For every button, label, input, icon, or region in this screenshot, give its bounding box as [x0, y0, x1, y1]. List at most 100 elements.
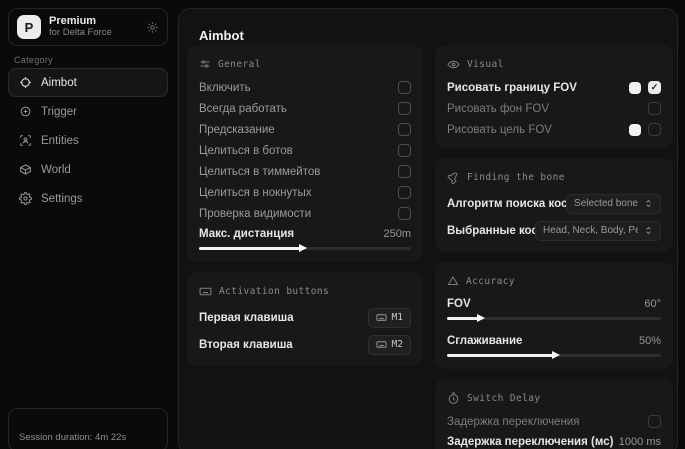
row-controls: [629, 123, 661, 136]
fov-slider[interactable]: [447, 313, 661, 324]
keyboard-icon: [376, 312, 387, 323]
checkbox[interactable]: [648, 102, 661, 115]
slider-label: Задержка переключения (мс): [447, 436, 613, 448]
toggle-row-fov-border: Рисовать границу FOV: [447, 77, 661, 98]
toggle-label: Предсказание: [199, 124, 275, 136]
smoothing-slider[interactable]: [447, 350, 661, 361]
section-title: Visual: [467, 59, 504, 70]
keybind-row-first: Первая клавиша M1: [199, 304, 411, 331]
toggle-label: Всегда работать: [199, 103, 287, 115]
checkbox[interactable]: [398, 207, 411, 220]
toggle-label: Включить: [199, 82, 251, 94]
sidebar-item-label: Aimbot: [41, 77, 77, 89]
max-distance-slider[interactable]: [199, 243, 411, 254]
accuracy-header: Accuracy: [447, 272, 661, 290]
slider-value: 1000 ms: [619, 436, 661, 448]
checkbox[interactable]: [648, 123, 661, 136]
gear-icon: [19, 192, 32, 205]
slider-label: Макс. дистанция: [199, 228, 294, 240]
trigger-icon: [19, 105, 32, 118]
slider-fill: [199, 247, 301, 250]
right-column: Visual Рисовать границу FOV Рисовать фон…: [435, 45, 673, 449]
slider-label: Сглаживание: [447, 335, 522, 347]
sidebar-item-label: Settings: [41, 193, 83, 205]
checkbox[interactable]: [398, 123, 411, 136]
color-swatch[interactable]: [629, 82, 641, 94]
bone-icon: [447, 171, 460, 184]
keybind-label: Первая клавиша: [199, 312, 294, 324]
checkbox-checked[interactable]: [648, 81, 661, 94]
toggle-row-enable: Включить: [199, 77, 411, 98]
sidebar-nav: Aimbot Trigger Entities World Settings: [8, 68, 168, 213]
toggle-row-prediction: Предсказание: [199, 119, 411, 140]
keyboard-icon: [199, 285, 212, 298]
activation-header: Activation buttons: [199, 282, 411, 300]
keybind-label: Вторая клавиша: [199, 339, 293, 351]
sidebar-item-label: Entities: [41, 135, 79, 147]
sidebar-item-label: Trigger: [41, 106, 77, 118]
checkbox[interactable]: [398, 81, 411, 94]
slider-thumb[interactable]: [552, 351, 560, 359]
session-duration: Session duration: 4m 22s: [19, 432, 126, 443]
keybind-value: M2: [392, 339, 403, 350]
general-header: General: [199, 55, 411, 73]
sidebar-item-trigger[interactable]: Trigger: [8, 97, 168, 126]
bone-card: Finding the bone Алгоритм поиска костей …: [435, 158, 673, 252]
toggle-row-aim-bots: Целиться в ботов: [199, 140, 411, 161]
dropdown-label: Выбранные кости: [447, 225, 535, 237]
toggle-label: Целиться в тиммейтов: [199, 166, 320, 178]
left-column: General Включить Всегда работать Предска…: [187, 45, 423, 376]
sidebar-item-entities[interactable]: Entities: [8, 126, 168, 155]
refresh-gear-icon[interactable]: [146, 21, 159, 34]
eye-icon: [447, 58, 460, 71]
slider-fill: [447, 317, 479, 320]
section-title: Activation buttons: [219, 286, 329, 297]
selected-bones-dropdown[interactable]: Head, Neck, Body, Pe..: [535, 221, 661, 241]
slider-thumb[interactable]: [477, 314, 485, 322]
visual-header: Visual: [447, 55, 661, 73]
toggle-row-aim-teammates: Целиться в тиммейтов: [199, 161, 411, 182]
dropdown-value: Head, Neck, Body, Pe..: [543, 225, 638, 236]
sliders-icon: [199, 58, 211, 70]
slider-value: 250m: [383, 228, 411, 240]
section-title: Finding the bone: [467, 172, 565, 183]
keybind-button-m2[interactable]: M2: [368, 335, 411, 355]
toggle-label: Рисовать границу FOV: [447, 82, 577, 94]
toggle-label: Целиться в нокнутых: [199, 187, 312, 199]
brand-text: Premium for Delta Force: [49, 15, 138, 39]
checkbox[interactable]: [398, 186, 411, 199]
slider-fill: [447, 354, 554, 357]
switch-delay-ms-row: Задержка переключения (мс) 1000 ms: [447, 432, 661, 449]
activation-card: Activation buttons Первая клавиша M1 Вто…: [187, 272, 423, 366]
sidebar-item-aimbot[interactable]: Aimbot: [8, 68, 168, 97]
dropdown-value: Selected bone: [574, 198, 638, 209]
checkbox[interactable]: [398, 144, 411, 157]
switch-delay-card: Switch Delay Задержка переключения Задер…: [435, 379, 673, 449]
toggle-label: Целиться в ботов: [199, 145, 293, 157]
triangle-icon: [447, 275, 459, 287]
app-logo: P: [17, 15, 41, 39]
sidebar-item-settings[interactable]: Settings: [8, 184, 168, 213]
toggle-row-switch-delay: Задержка переключения: [447, 411, 661, 432]
visual-card: Visual Рисовать границу FOV Рисовать фон…: [435, 45, 673, 148]
general-card: General Включить Всегда работать Предска…: [187, 45, 423, 262]
bone-algorithm-dropdown[interactable]: Selected bone: [566, 194, 661, 214]
keybind-row-second: Вторая клавиша M2: [199, 331, 411, 358]
keybind-button-m1[interactable]: M1: [368, 308, 411, 328]
checkbox[interactable]: [648, 415, 661, 428]
clock-icon: [447, 392, 460, 405]
toggle-row-fov-target: Рисовать цель FOV: [447, 119, 661, 140]
sidebar-item-world[interactable]: World: [8, 155, 168, 184]
chevron-up-down-icon: [644, 225, 653, 236]
entities-icon: [19, 134, 32, 147]
checkbox[interactable]: [398, 165, 411, 178]
checkbox[interactable]: [398, 102, 411, 115]
app-subtitle: for Delta Force: [49, 28, 138, 39]
color-swatch[interactable]: [629, 124, 641, 136]
toggle-row-always-work: Всегда работать: [199, 98, 411, 119]
slider-label: FOV: [447, 298, 471, 310]
session-box: Session duration: 4m 22s: [8, 408, 168, 449]
sidebar-item-label: World: [41, 164, 71, 176]
slider-thumb[interactable]: [299, 244, 307, 252]
toggle-row-visibility-check: Проверка видимости: [199, 203, 411, 224]
